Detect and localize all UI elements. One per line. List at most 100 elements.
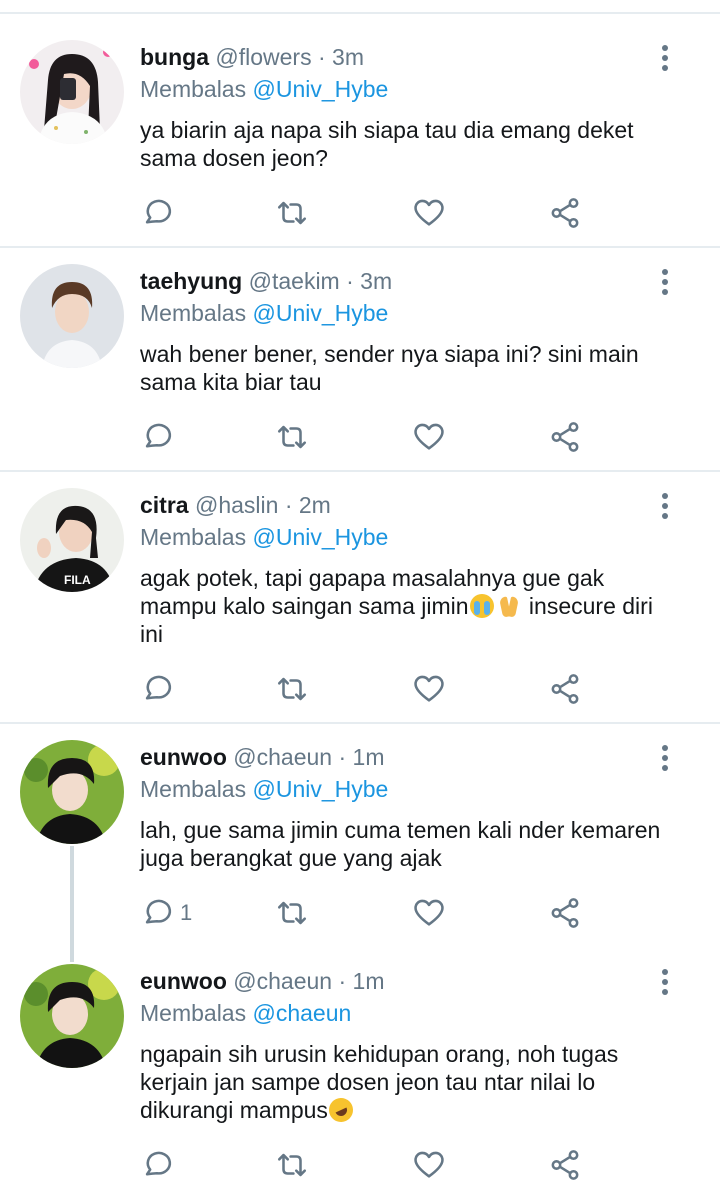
reply-prefix: Membalas <box>140 76 247 102</box>
tweet-text: lah, gue sama jimin cuma temen kali nder… <box>140 817 661 871</box>
display-name[interactable]: citra <box>140 492 189 518</box>
reply-prefix: Membalas <box>140 524 247 550</box>
more-icon[interactable] <box>650 740 680 776</box>
share-icon <box>551 674 579 704</box>
avatar[interactable] <box>20 40 124 144</box>
timestamp[interactable]: 1m <box>353 744 385 770</box>
tweet[interactable]: eunwoo @chaeun · 1m Membalas @Univ_Hybe … <box>0 724 720 948</box>
reply-prefix: Membalas <box>140 1000 247 1026</box>
tweet[interactable]: taehyung @taekim · 3m Membalas @Univ_Hyb… <box>0 248 720 472</box>
share-icon <box>551 898 579 928</box>
share-icon <box>551 198 579 228</box>
more-icon[interactable] <box>650 40 680 76</box>
like-icon <box>414 423 444 450</box>
retweet-icon <box>277 1153 307 1177</box>
rolling-on-floor-laughing-icon <box>324 1094 357 1126</box>
tweet[interactable]: eunwoo @chaeun · 1m Membalas @chaeun nga… <box>0 948 720 1190</box>
top-divider <box>0 0 720 14</box>
reply-context: Membalas @Univ_Hybe <box>140 774 388 804</box>
retweet-icon <box>277 201 307 225</box>
reply-context: Membalas @chaeun <box>140 998 351 1028</box>
share-button[interactable] <box>548 669 582 709</box>
reply-count: 1 <box>180 900 193 925</box>
mention-link[interactable]: @Univ_Hybe <box>253 76 389 102</box>
tweet-header: eunwoo @chaeun · 1m <box>140 966 385 996</box>
timestamp[interactable]: 1m <box>353 968 385 994</box>
retweet-button[interactable] <box>275 669 309 709</box>
tweet-header: eunwoo @chaeun · 1m <box>140 742 385 772</box>
reply-context: Membalas @Univ_Hybe <box>140 74 388 104</box>
share-icon <box>551 422 579 452</box>
svg-text:FILA: FILA <box>64 573 91 587</box>
share-icon <box>551 1150 579 1180</box>
share-button[interactable] <box>548 1145 582 1185</box>
like-icon <box>414 1151 444 1178</box>
retweet-icon <box>277 901 307 925</box>
tweet-header: citra @haslin · 2m <box>140 490 331 520</box>
tweet-header: taehyung @taekim · 3m <box>140 266 392 296</box>
user-handle[interactable]: @haslin <box>195 492 278 518</box>
retweet-button[interactable] <box>275 417 309 457</box>
share-button[interactable] <box>548 893 582 933</box>
user-handle[interactable]: @chaeun <box>233 744 332 770</box>
like-icon <box>414 899 444 926</box>
reply-context: Membalas @Univ_Hybe <box>140 522 388 552</box>
tweet[interactable]: bunga @flowers · 3m Membalas @Univ_Hybe … <box>0 14 720 248</box>
like-button[interactable] <box>412 669 446 709</box>
action-bar <box>140 417 600 457</box>
reply-button[interactable] <box>140 669 180 709</box>
avatar[interactable]: FILA <box>20 488 124 592</box>
retweet-icon <box>277 425 307 449</box>
more-icon[interactable] <box>650 964 680 1000</box>
user-handle[interactable]: @flowers <box>215 44 311 70</box>
retweet-button[interactable] <box>275 893 309 933</box>
retweet-button[interactable] <box>275 1145 309 1185</box>
tweet-text-part: ngapain sih urusin kehidupan orang, noh … <box>140 1041 619 1123</box>
share-button[interactable] <box>548 193 582 233</box>
reply-icon <box>145 675 172 700</box>
separator-dot: · <box>346 268 354 294</box>
like-button[interactable] <box>412 417 446 457</box>
reply-button[interactable] <box>140 417 180 457</box>
like-button[interactable] <box>412 193 446 233</box>
timestamp[interactable]: 2m <box>299 492 331 518</box>
action-bar <box>140 669 600 709</box>
reply-icon <box>145 199 172 224</box>
reply-button[interactable]: 1 <box>140 893 192 933</box>
tweet-text: ya biarin aja napa sih siapa tau dia ema… <box>140 117 634 171</box>
reply-button[interactable] <box>140 193 180 233</box>
user-handle[interactable]: @taekim <box>249 268 340 294</box>
mention-link[interactable]: @Univ_Hybe <box>253 776 389 802</box>
mention-link[interactable]: @chaeun <box>253 1000 352 1026</box>
reply-icon <box>145 1151 172 1176</box>
timestamp[interactable]: 3m <box>332 44 364 70</box>
like-button[interactable] <box>412 1145 446 1185</box>
display-name[interactable]: taehyung <box>140 268 242 294</box>
tweet[interactable]: FILA citra @haslin · 2m Membalas @Univ_H… <box>0 472 720 724</box>
display-name[interactable]: eunwoo <box>140 744 227 770</box>
avatar[interactable] <box>20 264 124 368</box>
avatar[interactable] <box>20 740 124 844</box>
tweet-text: wah bener bener, sender nya siapa ini? s… <box>140 341 639 395</box>
timestamp[interactable]: 3m <box>360 268 392 294</box>
share-button[interactable] <box>548 417 582 457</box>
reply-prefix: Membalas <box>140 300 247 326</box>
display-name[interactable]: bunga <box>140 44 209 70</box>
like-icon <box>414 199 444 226</box>
separator-dot: · <box>317 44 326 70</box>
avatar[interactable] <box>20 964 124 1068</box>
reply-icon <box>145 423 172 448</box>
more-icon[interactable] <box>650 264 680 300</box>
mention-link[interactable]: @Univ_Hybe <box>253 524 389 550</box>
action-bar <box>140 193 600 233</box>
reply-icon <box>145 899 172 924</box>
retweet-button[interactable] <box>275 193 309 233</box>
separator-dot: · <box>284 492 293 518</box>
user-handle[interactable]: @chaeun <box>233 968 332 994</box>
like-button[interactable] <box>412 893 446 933</box>
display-name[interactable]: eunwoo <box>140 968 227 994</box>
reply-button[interactable] <box>140 1145 180 1185</box>
mention-link[interactable]: @Univ_Hybe <box>253 300 389 326</box>
action-bar: 1 <box>140 893 600 933</box>
more-icon[interactable] <box>650 488 680 524</box>
